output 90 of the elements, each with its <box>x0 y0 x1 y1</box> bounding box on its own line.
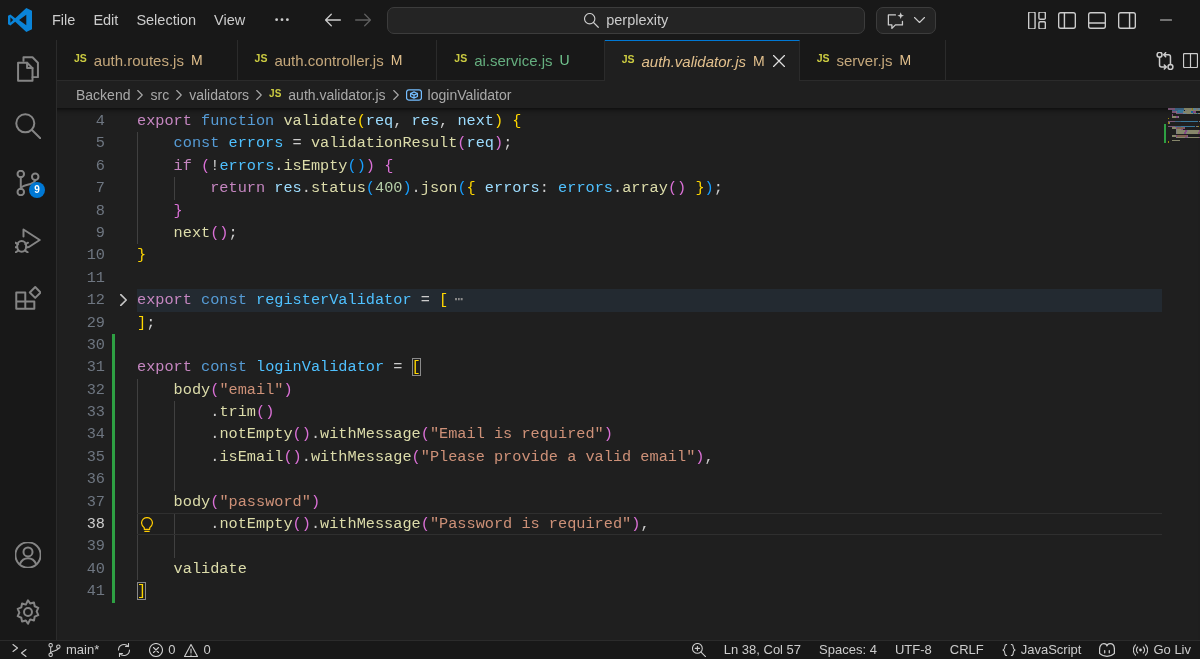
play-bug-icon[interactable] <box>15 226 41 253</box>
app-logo-icon <box>8 8 32 32</box>
line-number: 8 <box>94 200 106 222</box>
git-status-letter: M <box>390 52 403 68</box>
line-number: 5 <box>94 133 106 155</box>
more-icon[interactable] <box>275 18 290 22</box>
line-number: 11 <box>85 267 106 289</box>
file-type-label: JS <box>269 88 282 99</box>
branch-icon <box>48 643 61 657</box>
indent-guide <box>137 468 138 491</box>
code-line: export const loginValidator = [ <box>137 357 422 379</box>
line-number: 9 <box>94 222 106 244</box>
breadcrumb-item[interactable]: validators <box>189 86 250 103</box>
warning-icon <box>184 643 199 657</box>
chevron-right-icon <box>392 89 399 100</box>
menu-item[interactable]: Selection <box>127 0 206 40</box>
minimap-drawing[interactable] <box>1162 108 1200 144</box>
code-line: } <box>137 245 148 267</box>
code-line: ] <box>137 581 148 603</box>
chat-sparkle-icon <box>887 11 906 29</box>
go-live-button[interactable]: Go Liv <box>1124 641 1200 659</box>
code-line: ]; <box>137 312 157 334</box>
bottom-panel-icon[interactable] <box>1088 11 1106 29</box>
search-icon[interactable] <box>15 112 41 139</box>
file-type-label: JS <box>816 52 830 64</box>
braces-icon <box>1001 643 1016 657</box>
indent-guide <box>137 535 138 558</box>
breadcrumb-item[interactable]: Backend <box>76 86 131 103</box>
split-editor-icon[interactable] <box>1183 53 1198 68</box>
status-item[interactable]: CRLF <box>940 641 993 659</box>
account-icon[interactable] <box>15 541 41 568</box>
extensions-icon[interactable] <box>15 283 41 310</box>
source-control-icon[interactable] <box>15 169 41 196</box>
notification-badge: 9 <box>29 182 45 198</box>
remote-icon[interactable] <box>12 643 27 657</box>
menu-item[interactable]: Edit <box>84 0 128 40</box>
status-item[interactable]: Spaces: 4 <box>810 641 886 659</box>
line-number: 12 <box>85 290 106 312</box>
robot-face-icon[interactable] <box>1099 643 1116 657</box>
line-number: 7 <box>94 178 106 200</box>
left-panel-icon[interactable] <box>1058 11 1076 29</box>
files-icon[interactable] <box>15 55 41 82</box>
chevron-right-icon <box>176 89 183 100</box>
breadcrumb-item[interactable]: loginValidator <box>405 86 512 103</box>
line-number: 4 <box>94 111 106 132</box>
zoom-in-icon[interactable] <box>691 643 706 657</box>
lightbulb-icon[interactable] <box>141 516 153 532</box>
menu-item[interactable]: View <box>205 0 255 40</box>
search-icon <box>584 12 600 28</box>
status-item[interactable]: UTF-8 <box>885 641 941 659</box>
breadcrumb-item[interactable]: JS auth.validator.js <box>269 86 386 103</box>
settings-icon[interactable] <box>15 598 41 625</box>
indent-guide <box>173 468 175 491</box>
command-center[interactable]: perplexity <box>387 6 866 34</box>
close-icon[interactable] <box>772 55 785 67</box>
warning-count: 0 <box>203 641 211 659</box>
error-count: 0 <box>168 641 176 659</box>
chevron-down-icon <box>914 17 926 23</box>
fold-chevron-icon[interactable] <box>119 294 127 307</box>
variable-symbol-icon <box>405 88 422 101</box>
breadcrumb-item[interactable]: src <box>150 86 170 103</box>
git-status-letter: U <box>559 52 570 68</box>
indent-guide <box>173 535 175 558</box>
line-number: 6 <box>94 155 106 177</box>
file-type-label: JS <box>74 52 87 64</box>
chevron-right-icon <box>137 89 144 100</box>
line-number: 29 <box>85 312 106 334</box>
broadcast-icon <box>1133 644 1149 656</box>
file-type-label: JS <box>454 52 468 64</box>
git-status-letter: M <box>899 52 912 68</box>
chat-button[interactable] <box>876 6 937 34</box>
file-type-label: JS <box>254 52 268 64</box>
status-item[interactable]: Ln 38, Col 57 <box>714 641 811 659</box>
back-arrow-icon[interactable] <box>325 13 342 27</box>
error-icon <box>149 643 164 657</box>
sync-icon[interactable] <box>117 643 132 657</box>
branch-status[interactable]: main* <box>39 641 109 659</box>
code-line: export function validate(req, res, next) { <box>137 111 523 132</box>
right-panel-icon[interactable] <box>1118 11 1136 29</box>
git-status-letter: M <box>753 53 765 69</box>
git-status-letter: M <box>190 52 203 68</box>
layout-panels-icon[interactable] <box>1028 11 1046 29</box>
compare-changes-icon[interactable] <box>1156 51 1174 70</box>
menu-item[interactable]: File <box>43 0 85 40</box>
chevron-right-icon <box>256 89 263 100</box>
file-type-label: JS <box>621 53 635 65</box>
language-mode[interactable]: JavaScript <box>992 641 1091 659</box>
editor-tab[interactable]: JS auth.validator.js M <box>604 40 800 81</box>
line-number: 10 <box>85 245 106 267</box>
problems-status[interactable]: 0 0 <box>140 641 220 659</box>
